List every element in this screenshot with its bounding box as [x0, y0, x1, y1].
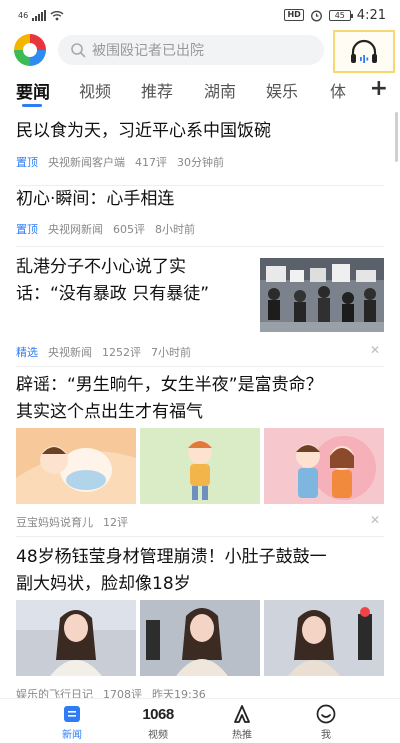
- news-source: 央视新闻: [48, 346, 92, 359]
- news-title: 48岁杨钰莹身材管理崩溃！小肚子鼓鼓一 副大妈状，脸却像18岁: [0, 544, 400, 598]
- nav-hot[interactable]: 热推: [212, 703, 272, 741]
- news-meta: 精选 央视新闻 1252评 7小时前: [16, 344, 191, 360]
- tab-entertainment[interactable]: 娱乐: [266, 78, 298, 102]
- add-channel-button[interactable]: +: [370, 76, 388, 102]
- news-image[interactable]: [264, 600, 384, 676]
- news-title-line: 副大妈状，脸却像18岁: [16, 574, 191, 594]
- news-title-line: 其实这个点出生才有福气: [16, 402, 203, 422]
- tab-video[interactable]: 视频: [79, 78, 111, 102]
- news-image[interactable]: [16, 600, 136, 676]
- news-item[interactable]: 48岁杨钰莹身材管理崩溃！小肚子鼓鼓一 副大妈状，脸却像18岁 娱乐的飞行日记 …: [0, 544, 400, 701]
- cartoon-boy-image: [140, 428, 260, 504]
- featured-tag: 精选: [16, 346, 38, 359]
- signal-icon: [32, 9, 47, 21]
- news-image[interactable]: [140, 600, 260, 676]
- celebrity-photo: [16, 600, 136, 676]
- divider: [16, 536, 384, 537]
- tab-top-news[interactable]: 要闻: [16, 78, 50, 103]
- news-meta: 置顶 央视网新闻 605评 8小时前: [16, 221, 195, 237]
- pinned-tag: 置顶: [16, 156, 38, 169]
- status-bar: 46 HD 45 4:21: [0, 0, 400, 30]
- protest-photo: [260, 258, 384, 332]
- clock: 4:21: [356, 7, 386, 23]
- news-title: 民以食为天，习近平心系中国饭碗: [16, 121, 271, 141]
- divider: [16, 366, 384, 367]
- listen-news-button[interactable]: [333, 30, 395, 73]
- publish-time: 30分钟前: [177, 156, 224, 169]
- nav-video[interactable]: 1068 视频: [128, 703, 188, 742]
- pinned-tag: 置顶: [16, 223, 38, 236]
- news-item[interactable]: 民以食为天，习近平心系中国饭碗 置顶 央视新闻客户端 417评 30分钟前: [0, 118, 400, 186]
- news-title: 辟谣：“男生晌午，女生半夜”是富贵命？ 其实这个点出生才有福气: [0, 372, 400, 426]
- news-thumbnail[interactable]: [260, 258, 384, 332]
- me-face-icon: [316, 704, 336, 724]
- nav-video-label: 视频: [148, 730, 168, 741]
- tab-recommend[interactable]: 推荐: [141, 78, 173, 102]
- news-image[interactable]: [16, 428, 136, 504]
- news-title: 乱港分子不小心说了实 话：“没有暴政 只有暴徒”: [0, 254, 250, 308]
- nav-hot-label: 热推: [232, 730, 252, 741]
- wifi-icon: [50, 10, 64, 20]
- nav-news[interactable]: 新闻: [42, 703, 102, 741]
- news-source: 豆宝妈妈说育儿: [16, 516, 93, 529]
- comment-count: 605评: [113, 223, 145, 236]
- divider: [16, 246, 384, 247]
- news-source: 央视网新闻: [48, 223, 103, 236]
- headphones-icon: [351, 39, 377, 63]
- publish-time: 7小时前: [151, 346, 191, 359]
- celebrity-photo: [140, 600, 260, 676]
- battery-icon: 45: [328, 9, 353, 21]
- nav-me[interactable]: 我: [296, 703, 356, 741]
- bottom-navigation: 新闻 1068 视频 热推 我: [0, 698, 400, 743]
- news-icon: [64, 706, 80, 722]
- news-image-row: [16, 600, 384, 676]
- app-header: 被围殴记者已出院: [0, 30, 400, 73]
- news-title-line: 话：“没有暴政 只有暴徒”: [16, 284, 210, 304]
- nav-me-label: 我: [321, 730, 331, 741]
- publish-time: 8小时前: [155, 223, 195, 236]
- network-type: 46: [18, 10, 29, 20]
- tab-hunan[interactable]: 湖南: [204, 78, 236, 102]
- comment-count: 1252评: [102, 346, 141, 359]
- news-image-row: [16, 428, 384, 504]
- news-item[interactable]: 辟谣：“男生晌午，女生半夜”是富贵命？ 其实这个点出生才有福气 豆宝妈妈说育儿 …: [0, 372, 400, 537]
- cartoon-couple-image: [264, 428, 384, 504]
- news-item[interactable]: 初心·瞬间：心手相连 置顶 央视网新闻 605评 8小时前: [0, 186, 400, 247]
- nav-news-label: 新闻: [62, 730, 82, 741]
- video-icon-text: 1068: [142, 705, 174, 723]
- news-title: 初心·瞬间：心手相连: [16, 189, 175, 209]
- comment-count: 417评: [135, 156, 167, 169]
- news-title-line: 48岁杨钰莹身材管理崩溃！小肚子鼓鼓一: [16, 547, 327, 567]
- news-meta: 置顶 央视新闻客户端 417评 30分钟前: [16, 154, 224, 170]
- news-title-line: 乱港分子不小心说了实: [16, 257, 186, 277]
- cartoon-baby-image: [16, 428, 136, 504]
- hot-recommend-icon: [234, 705, 250, 723]
- search-placeholder: 被围殴记者已出院: [92, 43, 204, 59]
- news-title-line: 辟谣：“男生晌午，女生半夜”是富贵命？: [16, 375, 323, 395]
- hd-badge: HD: [284, 9, 304, 21]
- search-icon: [71, 43, 86, 58]
- active-tab-indicator: [22, 104, 42, 107]
- news-image[interactable]: [140, 428, 260, 504]
- search-input[interactable]: 被围殴记者已出院: [58, 35, 324, 65]
- dismiss-icon[interactable]: ✕: [370, 513, 380, 527]
- app-logo[interactable]: [14, 34, 46, 66]
- news-source: 央视新闻客户端: [48, 156, 125, 169]
- dismiss-icon[interactable]: ✕: [370, 343, 380, 357]
- tab-sports[interactable]: 体: [330, 78, 346, 102]
- news-item[interactable]: 乱港分子不小心说了实 话：“没有暴政 只有暴徒” 精选 央视新闻 1252评 7…: [0, 254, 400, 367]
- news-meta: 豆宝妈妈说育儿 12评: [16, 514, 128, 530]
- news-image[interactable]: [264, 428, 384, 504]
- comment-count: 12评: [103, 516, 128, 529]
- category-tabs: 要闻 视频 推荐 湖南 娱乐 体 +: [0, 76, 400, 107]
- alarm-icon: [310, 10, 322, 21]
- celebrity-photo: [264, 600, 384, 676]
- tab-fade: [350, 76, 370, 106]
- video-1068-icon: 1068: [128, 703, 188, 725]
